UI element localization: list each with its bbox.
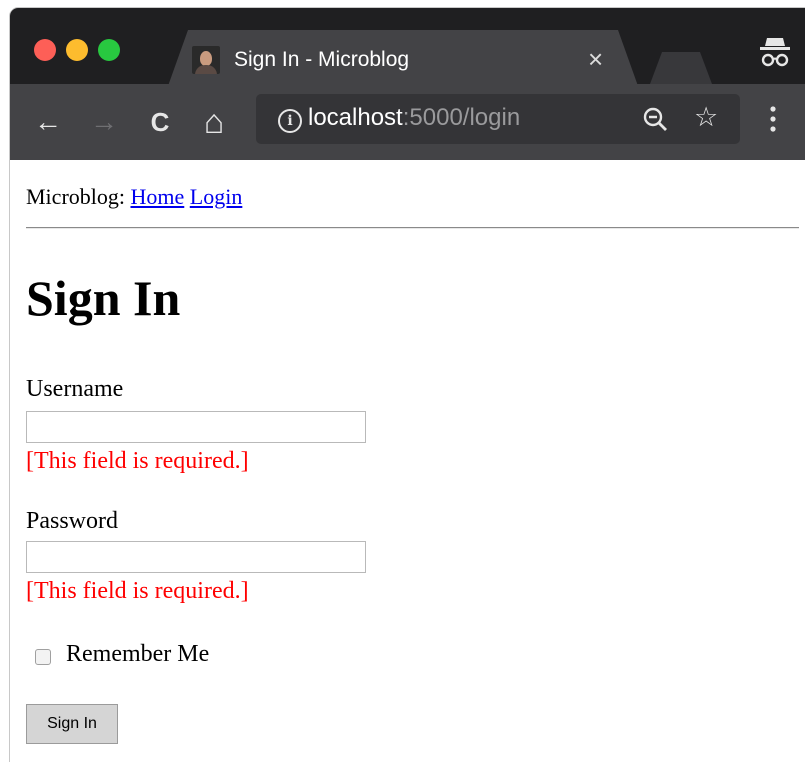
maximize-window-button[interactable] xyxy=(98,39,120,61)
star-icon[interactable]: ☆ xyxy=(694,102,718,132)
close-window-button[interactable] xyxy=(34,39,56,61)
home-link[interactable]: Home xyxy=(131,184,185,209)
page-content: Microblog: Home Login Sign In Username [… xyxy=(10,160,805,762)
page-title: Sign In xyxy=(26,270,181,326)
browser-window: Sign In - Microblog × ← → C ⌂ i localhos… xyxy=(10,8,805,762)
url-path: :5000/login xyxy=(402,104,521,131)
url-text[interactable]: localhost:5000/login xyxy=(308,104,520,132)
password-error: [This field is required.] xyxy=(26,578,249,604)
home-button[interactable]: ⌂ xyxy=(196,104,232,140)
minimize-window-button[interactable] xyxy=(66,39,88,61)
username-field[interactable] xyxy=(26,411,366,443)
divider xyxy=(26,227,799,229)
remember-me-label: Remember Me xyxy=(66,641,210,667)
tab-strip: Sign In - Microblog × xyxy=(10,8,805,86)
sign-in-button[interactable]: Sign In xyxy=(26,704,118,744)
site-info-icon[interactable]: i xyxy=(278,109,302,133)
username-label: Username xyxy=(26,376,124,402)
favicon-icon xyxy=(192,46,220,74)
zoom-out-icon[interactable] xyxy=(642,106,668,132)
tab-title: Sign In - Microblog xyxy=(234,48,410,71)
menu-icon[interactable] xyxy=(768,104,778,134)
site-nav: Microblog: Home Login xyxy=(26,184,242,210)
url-host: localhost xyxy=(308,104,403,131)
login-link[interactable]: Login xyxy=(190,184,243,209)
username-error: [This field is required.] xyxy=(26,448,249,474)
remember-me-checkbox[interactable] xyxy=(35,649,51,665)
password-field[interactable] xyxy=(26,541,366,573)
new-tab-button[interactable] xyxy=(650,52,712,84)
forward-button[interactable]: → xyxy=(86,104,122,140)
reload-button[interactable]: C xyxy=(142,104,178,140)
tab-close-icon[interactable]: × xyxy=(588,44,603,74)
site-name: Microblog: xyxy=(26,184,125,209)
incognito-icon xyxy=(760,38,790,67)
back-button[interactable]: ← xyxy=(30,104,66,140)
password-label: Password xyxy=(26,508,119,534)
